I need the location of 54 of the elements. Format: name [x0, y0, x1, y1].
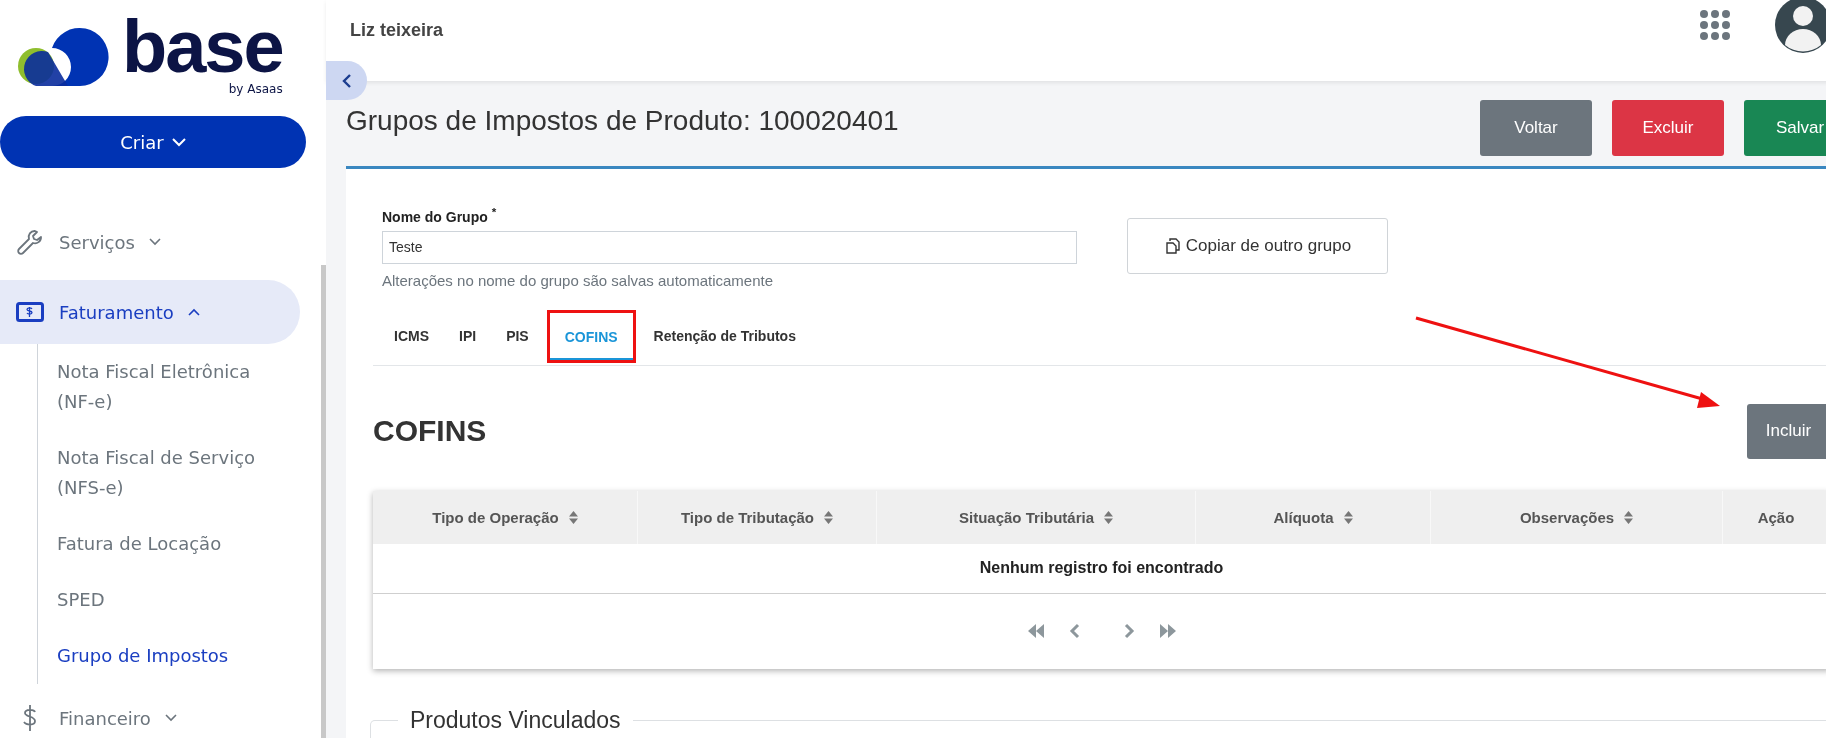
column-title: Alíquota: [1273, 508, 1334, 526]
nav-item[interactable]: Serviços: [0, 210, 300, 274]
tab[interactable]: COFINS: [549, 315, 633, 361]
submenu-item[interactable]: Fatura de Locação: [57, 516, 293, 572]
tab[interactable]: Retenção de Tributos: [638, 314, 811, 360]
add-button[interactable]: Incluir: [1747, 403, 1826, 459]
tab[interactable]: ICMS: [379, 314, 444, 360]
apps-grid-icon[interactable]: [1700, 10, 1730, 40]
panel-legend: Produtos Vinculados: [398, 706, 633, 734]
copy-icon: [1163, 237, 1182, 255]
nav-item[interactable]: Faturamento: [0, 280, 300, 344]
submenu-item[interactable]: Nota Fiscal Eletrônica (NF-e): [57, 344, 293, 430]
column-title: Tipo de Tributação: [680, 508, 815, 526]
last-page-icon[interactable]: [1158, 624, 1177, 639]
logo-icon: [18, 28, 110, 86]
copy-button[interactable]: Copiar de outro grupo: [1127, 218, 1388, 274]
action-button[interactable]: Excluir: [1612, 100, 1724, 156]
section-heading: COFINS: [373, 414, 487, 449]
column-title: Ação: [1757, 508, 1795, 526]
logo-wordmark: base: [122, 14, 283, 80]
money-bill-icon: [16, 302, 44, 322]
submenu-item[interactable]: SPED: [57, 572, 293, 628]
previous-page-icon[interactable]: [1068, 623, 1080, 640]
chevron-left-icon: [341, 72, 352, 89]
avatar-icon[interactable]: [1775, 0, 1826, 53]
submenu-item[interactable]: Nota Fiscal de Serviço (NFS-e): [57, 430, 293, 516]
column-header[interactable]: Alíquota: [1196, 490, 1431, 544]
group-name-field[interactable]: Teste: [382, 230, 1077, 264]
column-title: Observações: [1519, 508, 1615, 526]
create-button[interactable]: Criar: [0, 116, 306, 168]
column-header[interactable]: Tipo de Tributação: [638, 490, 877, 544]
chevron-down-icon: [171, 137, 186, 147]
column-header[interactable]: Tipo de Operação: [373, 490, 638, 544]
logo-tagline: by Asaas: [228, 82, 283, 96]
tab[interactable]: PIS: [491, 314, 544, 360]
scrollbar[interactable]: [321, 265, 326, 738]
action-button[interactable]: Salvar: [1744, 100, 1826, 156]
tab[interactable]: IPI: [444, 314, 492, 360]
field-label: Nome do Grupo $^{*}$: [382, 204, 498, 226]
submenu-item[interactable]: Grupo de Impostos: [57, 628, 293, 684]
empty-message: Nenhum registro foi encontrado: [373, 543, 1826, 594]
column-title: Situação Tributária: [958, 508, 1094, 526]
column-header[interactable]: Observações: [1431, 490, 1723, 544]
action-button[interactable]: Voltar: [1480, 100, 1592, 156]
first-page-icon[interactable]: [1026, 624, 1045, 639]
nav-item[interactable]: Financeiro: [0, 686, 300, 738]
page-title: Grupos de Impostos de Produto: 100020401: [346, 105, 899, 137]
field-hint: Alterações no nome do grupo são salvas automaticamente: [382, 271, 775, 289]
user-name: Liz teixeira: [350, 20, 444, 41]
wrench-icon: [16, 228, 44, 256]
column-header[interactable]: Situação Tributária: [877, 490, 1196, 544]
column-title: Tipo de Operação: [432, 508, 559, 526]
next-page-icon[interactable]: [1123, 623, 1135, 640]
collapse-sidebar-button[interactable]: [326, 61, 367, 100]
